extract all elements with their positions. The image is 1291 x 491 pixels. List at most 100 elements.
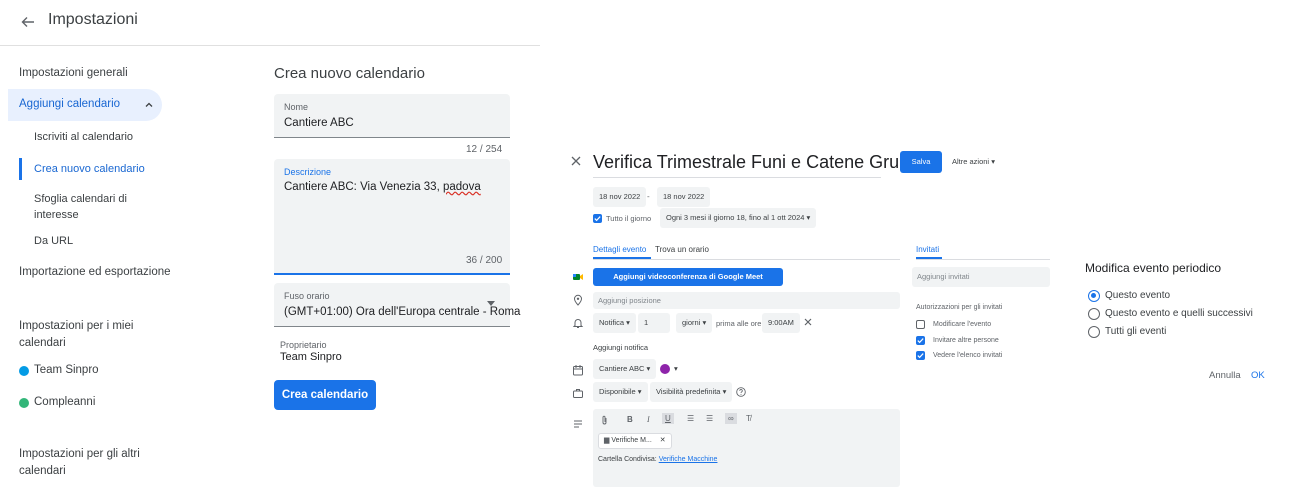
radio-all-events-label: Tutti gli eventi bbox=[1105, 326, 1167, 337]
tab-find-time[interactable]: Trova un orario bbox=[655, 245, 709, 254]
location-input[interactable]: Aggiungi posizione bbox=[593, 292, 900, 309]
bold-icon[interactable]: B bbox=[627, 415, 633, 424]
nav-browse-calendars[interactable]: Sfoglia calendari di interesse bbox=[34, 191, 127, 223]
radio-all-events[interactable] bbox=[1088, 326, 1100, 338]
page-title: Impostazioni bbox=[48, 11, 138, 28]
nav-from-url[interactable]: Da URL bbox=[34, 235, 73, 247]
nav-browse-line2: interesse bbox=[34, 209, 79, 221]
dropdown-arrow-icon: ▾ bbox=[806, 213, 811, 222]
tab-event-details[interactable]: Dettagli evento bbox=[593, 245, 646, 254]
radio-this-and-following[interactable] bbox=[1088, 308, 1100, 320]
attachment-chip[interactable]: ▆ Verifiche M... ✕ bbox=[598, 433, 672, 449]
availability-label: Disponibile bbox=[599, 387, 636, 396]
italic-icon[interactable]: I bbox=[647, 415, 650, 424]
date-separator: - bbox=[647, 192, 650, 201]
calendar-icon bbox=[573, 365, 583, 376]
tab-guests[interactable]: Invitati bbox=[916, 245, 939, 254]
help-icon[interactable] bbox=[736, 387, 746, 397]
nav-subscribe-calendar[interactable]: Iscriviti al calendario bbox=[34, 131, 133, 143]
description-label: Descrizione bbox=[284, 167, 332, 177]
attachment-icon[interactable] bbox=[601, 415, 609, 425]
dropdown-arrow-icon: ▾ bbox=[702, 318, 707, 327]
numbered-list-icon[interactable]: ☰ bbox=[687, 414, 694, 423]
calendar-item-compleanni[interactable]: Compleanni bbox=[34, 396, 95, 408]
shared-folder-link[interactable]: Verifiche Macchine bbox=[659, 456, 718, 463]
event-color-swatch bbox=[660, 364, 670, 374]
radio-this-and-following-label: Questo evento e quelli successivi bbox=[1105, 308, 1253, 319]
visibility-select[interactable]: Visibilità predefinita ▾ bbox=[650, 382, 733, 402]
permission-invite-checkbox[interactable] bbox=[916, 336, 925, 345]
calendar-color-dot bbox=[19, 366, 29, 376]
dropdown-arrow-icon: ▾ bbox=[991, 157, 995, 166]
link-icon[interactable]: ∞ bbox=[725, 413, 737, 424]
check-icon bbox=[917, 338, 924, 344]
location-pin-icon bbox=[573, 294, 583, 306]
permission-modify-checkbox[interactable] bbox=[916, 320, 925, 329]
event-description-editor[interactable]: B I U ☰ ☰ ∞ T̸ ▆ Verifiche M... ✕ Cartel… bbox=[593, 409, 900, 487]
folder-icon: ▆ bbox=[604, 437, 610, 444]
arrow-left-icon bbox=[21, 17, 34, 27]
calendar-item-team-sinpro[interactable]: Team Sinpro bbox=[34, 364, 99, 376]
notification-unit-select[interactable]: giorni ▾ bbox=[676, 313, 713, 333]
nav-add-calendar-label: Aggiungi calendario bbox=[19, 98, 121, 110]
notification-time-input[interactable]: 9:00AM bbox=[762, 313, 800, 333]
availability-select[interactable]: Disponibile ▾ bbox=[593, 382, 648, 402]
underline-icon[interactable]: U bbox=[662, 413, 674, 424]
bulleted-list-icon[interactable]: ☰ bbox=[706, 414, 713, 423]
notification-amount-input[interactable]: 1 bbox=[638, 313, 670, 333]
end-date-chip[interactable]: 18 nov 2022 bbox=[657, 187, 711, 207]
description-text: Cantiere ABC: Via Venezia 33, bbox=[284, 181, 443, 193]
clear-formatting-icon[interactable]: T̸ bbox=[746, 414, 751, 423]
check-icon bbox=[917, 353, 924, 359]
start-date-chip[interactable]: 18 nov 2022 bbox=[593, 187, 647, 207]
save-button[interactable]: Salva bbox=[900, 151, 942, 173]
remove-notification-button[interactable] bbox=[804, 318, 812, 326]
remove-attachment-icon[interactable]: ✕ bbox=[660, 437, 666, 444]
add-google-meet-button[interactable]: Aggiungi videoconferenza di Google Meet bbox=[593, 268, 783, 286]
all-day-label: Tutto il giorno bbox=[606, 214, 652, 223]
dropdown-arrow-icon: ▾ bbox=[646, 364, 651, 373]
text-align-icon bbox=[574, 420, 582, 428]
other-calendars-heading: Impostazioni per gli altri calendari bbox=[19, 446, 140, 480]
description-counter: 36 / 200 bbox=[466, 255, 503, 266]
radio-this-event[interactable] bbox=[1088, 290, 1100, 302]
close-event-button[interactable] bbox=[571, 152, 581, 166]
calendar-select[interactable]: Cantiere ABC ▾ bbox=[593, 359, 657, 379]
dropdown-arrow-icon: ▾ bbox=[674, 364, 678, 373]
nav-import-export[interactable]: Importazione ed esportazione bbox=[19, 266, 171, 278]
add-notification-link[interactable]: Aggiungi notifica bbox=[593, 343, 648, 352]
description-value: Cantiere ABC: Via Venezia 33, padova bbox=[284, 181, 481, 193]
google-meet-icon bbox=[573, 274, 583, 280]
visibility-label: Visibilità predefinita bbox=[656, 387, 721, 396]
nav-add-calendar[interactable]: Aggiungi calendario bbox=[8, 89, 162, 121]
nav-general-settings[interactable]: Impostazioni generali bbox=[19, 67, 128, 79]
recurrence-select[interactable]: Ogni 3 mesi il giorno 18, fino al 1 ott … bbox=[660, 208, 817, 228]
cancel-button[interactable]: Annulla bbox=[1209, 370, 1241, 381]
timezone-select[interactable]: Fuso orario (GMT+01:00) Ora dell'Europa … bbox=[274, 283, 520, 327]
notification-type-select[interactable]: Notifica ▾ bbox=[593, 313, 636, 333]
guest-permissions-title: Autorizzazioni per gli invitati bbox=[916, 304, 1003, 311]
tabs-divider bbox=[593, 259, 900, 260]
description-field[interactable]: Descrizione Cantiere ABC: Via Venezia 33… bbox=[274, 159, 510, 275]
guests-divider bbox=[916, 259, 1050, 260]
all-day-checkbox[interactable] bbox=[593, 214, 602, 223]
permission-see-list-checkbox[interactable] bbox=[916, 351, 925, 360]
close-icon bbox=[804, 318, 812, 326]
event-title-input[interactable]: Verifica Trimestrale Funi e Catene Gru bbox=[593, 152, 899, 178]
dropdown-arrow-icon bbox=[487, 301, 495, 306]
dialog-title: Modifica evento periodico bbox=[1085, 261, 1222, 275]
permission-see-list-label: Vedere l'elenco invitati bbox=[933, 352, 1003, 359]
ok-button[interactable]: OK bbox=[1251, 370, 1265, 381]
recurrence-label: Ogni 3 mesi il giorno 18, fino al 1 ott … bbox=[666, 213, 805, 222]
permission-invite-label: Invitare altre persone bbox=[933, 337, 999, 344]
back-button[interactable] bbox=[20, 8, 48, 36]
timezone-label: Fuso orario bbox=[284, 291, 330, 301]
name-field[interactable]: Nome Cantiere ABC bbox=[274, 94, 510, 138]
shared-folder-line: Cartella Condivisa: Verifiche Macchine bbox=[598, 456, 717, 463]
my-calendars-line1: Impostazioni per i miei bbox=[19, 320, 134, 332]
create-calendar-button[interactable]: Crea calendario bbox=[274, 380, 376, 410]
more-actions-button[interactable]: Altre azioni ▾ bbox=[952, 151, 995, 173]
name-counter: 12 / 254 bbox=[466, 144, 503, 155]
add-guests-input[interactable]: Aggiungi invitati bbox=[912, 267, 1050, 287]
nav-create-calendar[interactable]: Crea nuovo calendario bbox=[34, 163, 145, 175]
